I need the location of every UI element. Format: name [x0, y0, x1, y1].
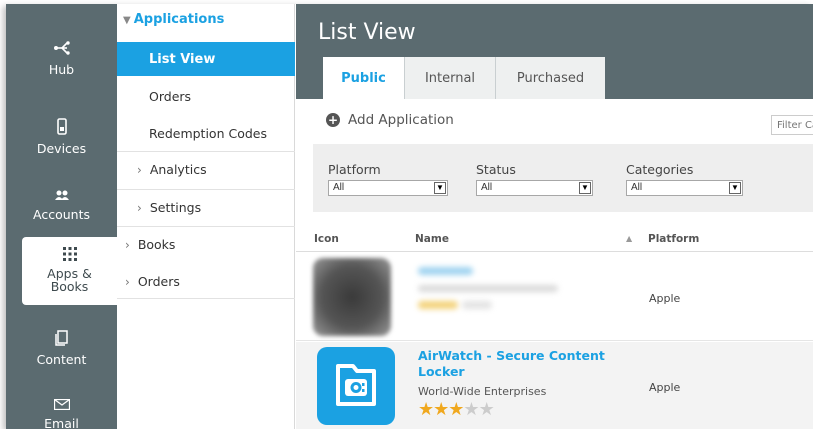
app-window: Hub Devices Accounts Apps & Books Conten…	[6, 4, 813, 429]
categories-select[interactable]: All ▼	[626, 180, 743, 196]
nav-hub[interactable]: Hub	[6, 40, 117, 77]
nav-email[interactable]: Email	[6, 396, 117, 429]
status-select[interactable]: All ▼	[476, 180, 593, 196]
subnav-header-applications[interactable]: ▼ Applications	[123, 12, 301, 27]
plus-icon: +	[326, 113, 340, 127]
subnav-item-settings[interactable]: › Settings	[117, 200, 295, 215]
blurred-developer	[418, 285, 558, 292]
add-application-label: Add Application	[348, 112, 454, 128]
status-select-value: All	[481, 182, 493, 193]
subnav-item-redemption-codes[interactable]: Redemption Codes	[117, 126, 295, 141]
nav-accounts-label: Accounts	[33, 207, 90, 222]
star-filled-icon: ★	[448, 399, 464, 420]
nav-email-label: Email	[44, 416, 79, 429]
chevron-right-icon: ›	[137, 201, 142, 215]
chevron-down-icon: ▼	[123, 15, 131, 26]
chevron-down-icon: ▼	[579, 182, 591, 194]
status-filter-label: Status	[476, 162, 516, 177]
subnav-group-books[interactable]: › Books	[117, 237, 295, 252]
page-header: List View Public Internal Purchased	[296, 4, 813, 99]
nav-content[interactable]: Content	[6, 330, 117, 367]
tab-public[interactable]: Public	[323, 57, 404, 99]
table-row[interactable]: AirWatch - Secure Content Locker World-W…	[296, 342, 813, 429]
subnav-item-settings-label: Settings	[149, 200, 202, 215]
app-name-line1: AirWatch - Secure Content	[418, 348, 605, 363]
row-platform: Apple	[649, 292, 681, 305]
device-icon	[6, 118, 117, 139]
star-empty-icon: ★	[478, 399, 495, 420]
column-header-name[interactable]: Name	[415, 233, 449, 245]
blurred-app-name	[418, 267, 473, 275]
subnav-item-analytics[interactable]: › Analytics	[117, 162, 295, 177]
divider	[117, 189, 295, 190]
app-name-line2: Locker	[418, 364, 465, 379]
divider	[117, 151, 295, 152]
filter-input[interactable]	[771, 115, 813, 135]
blurred-rating	[418, 301, 458, 309]
subnav-group-books-label: Books	[137, 237, 176, 252]
divider	[117, 298, 295, 299]
accounts-icon	[6, 187, 117, 205]
email-icon	[6, 396, 117, 414]
tab-purchased[interactable]: Purchased	[495, 57, 605, 99]
star-filled-icon: ★	[433, 399, 449, 420]
chevron-down-icon: ▼	[434, 182, 446, 194]
platform-select[interactable]: All ▼	[328, 180, 448, 196]
star-filled-icon: ★	[418, 399, 434, 420]
content-icon	[6, 330, 117, 350]
chevron-right-icon: ›	[125, 238, 130, 252]
star-rating: ★★★★★	[418, 399, 495, 420]
categories-select-value: All	[631, 182, 643, 193]
subnav-header-label: Applications	[133, 12, 225, 27]
apps-grid-icon	[22, 247, 117, 265]
locker-safe-icon	[336, 364, 376, 406]
subnav-item-analytics-label: Analytics	[149, 162, 207, 177]
subnav-group-orders[interactable]: › Orders	[117, 274, 295, 289]
column-header-icon: Icon	[314, 233, 339, 245]
page-title: List View	[318, 20, 416, 45]
row-platform: Apple	[649, 381, 681, 394]
filter-panel: Platform All ▼ Status All ▼ Categories A…	[313, 144, 813, 212]
column-header-platform[interactable]: Platform	[648, 233, 699, 245]
table-header: Icon Name ▲ Platform	[296, 228, 813, 252]
nav-hub-label: Hub	[48, 62, 75, 77]
nav-apps-books[interactable]: Apps & Books	[22, 237, 117, 305]
nav-content-label: Content	[36, 352, 87, 367]
content-locker-app-icon[interactable]	[317, 347, 395, 425]
app-developer: World-Wide Enterprises	[418, 385, 547, 398]
hub-icon	[6, 40, 117, 60]
primary-nav-rail: Hub Devices Accounts Apps & Books Conten…	[6, 4, 117, 429]
add-application-button[interactable]: + Add Application	[326, 112, 454, 128]
categories-filter-label: Categories	[626, 162, 694, 177]
chevron-right-icon: ›	[125, 275, 130, 289]
chevron-down-icon: ▼	[729, 182, 741, 194]
main-panel: List View Public Internal Purchased + Add…	[296, 4, 813, 429]
divider	[117, 226, 295, 227]
subnav-item-list-view[interactable]: List View	[117, 42, 295, 76]
nav-devices-label: Devices	[36, 141, 87, 156]
tab-internal[interactable]: Internal	[404, 57, 495, 99]
chevron-right-icon: ›	[137, 163, 142, 177]
secondary-nav: ▼ Applications List View Orders Redemptio…	[117, 4, 295, 429]
app-name-link[interactable]: AirWatch - Secure Content Locker	[418, 348, 618, 380]
blurred-rating-empty	[462, 301, 492, 309]
nav-accounts[interactable]: Accounts	[6, 187, 117, 222]
platform-select-value: All	[333, 182, 345, 193]
star-empty-icon: ★	[463, 399, 479, 420]
app-icon-blurred	[313, 258, 391, 336]
subnav-group-orders-label: Orders	[137, 274, 180, 289]
platform-filter-label: Platform	[328, 162, 381, 177]
nav-devices[interactable]: Devices	[6, 118, 117, 156]
nav-books-label: Books	[50, 279, 89, 294]
sort-arrow-icon[interactable]: ▲	[626, 234, 632, 243]
subnav-item-orders[interactable]: Orders	[117, 89, 295, 104]
table-row[interactable]: Apple	[296, 253, 813, 341]
